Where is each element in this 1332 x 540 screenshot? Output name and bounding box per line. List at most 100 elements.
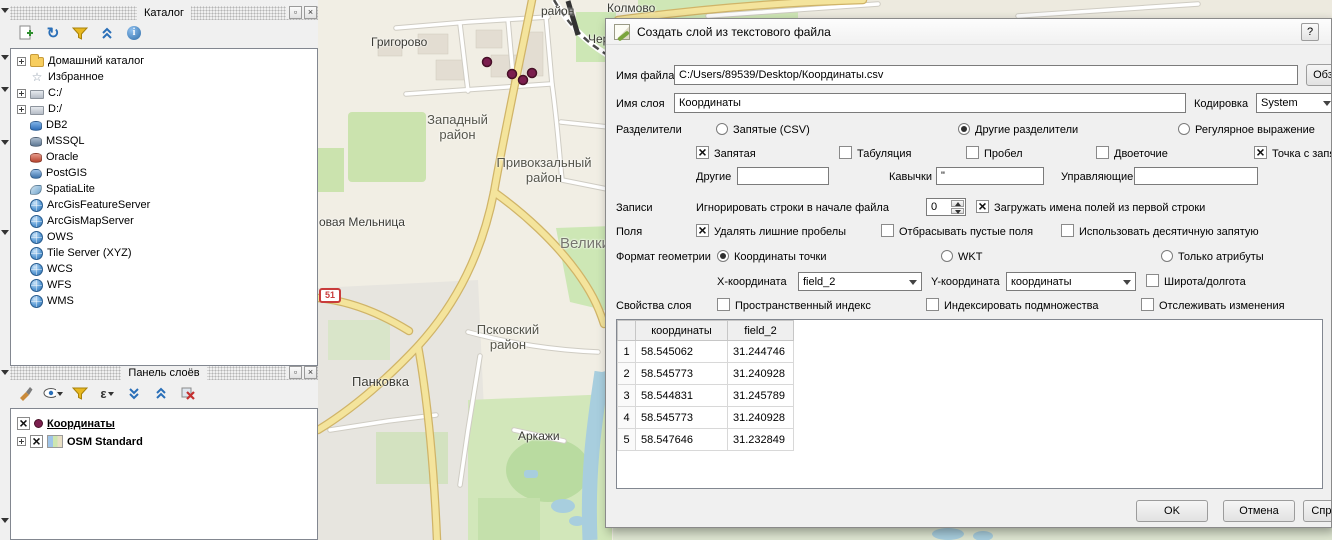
skip-lines-spinner[interactable]: 0 [926, 198, 966, 216]
discard-empty-checkbox[interactable] [881, 224, 894, 237]
expand-icon[interactable] [17, 105, 26, 114]
y-field-select[interactable]: координаты [1006, 272, 1136, 291]
column-header[interactable]: field_2 [728, 321, 794, 341]
toolbar-overflow-arrow-icon[interactable] [1, 518, 9, 523]
toolbar-overflow-arrow-icon[interactable] [1, 370, 9, 375]
sample-data-table[interactable]: координаты field_2 1 58.545062 31.244746… [616, 319, 1323, 489]
space-checkbox[interactable] [966, 146, 979, 159]
add-layer-definition-icon[interactable] [16, 23, 36, 43]
tree-item-tile-server[interactable]: Tile Server (XYZ) [14, 245, 315, 261]
expression-filter-icon[interactable]: ε [97, 383, 117, 403]
layer-visibility-checkbox[interactable] [30, 435, 43, 448]
comma-checkbox[interactable] [696, 146, 709, 159]
expand-icon[interactable] [17, 437, 26, 446]
dialog-title: Создать слой из текстового файла [637, 25, 831, 39]
expand-icon[interactable] [17, 57, 26, 66]
dialog-help-button[interactable]: ? [1301, 23, 1319, 41]
tree-item-wms[interactable]: WMS [14, 293, 315, 309]
tree-item-postgis[interactable]: PostGIS [14, 165, 315, 181]
browser-tree[interactable]: Домашний каталог ☆ Избранное C:/ D:/ DB2… [10, 48, 318, 366]
tree-item-ows[interactable]: OWS [14, 229, 315, 245]
browse-button[interactable]: Обзор [1306, 64, 1332, 86]
filter-legend-icon[interactable] [70, 383, 90, 403]
tree-item-d-drive[interactable]: D:/ [14, 101, 315, 117]
panel-close-button[interactable]: × [304, 6, 317, 19]
dropdown-arrow-icon [1123, 280, 1131, 289]
encoding-select[interactable]: System [1256, 93, 1332, 113]
layers-toolbar: ε [10, 380, 318, 406]
refresh-icon[interactable]: ↻ [43, 23, 63, 43]
tree-item-home[interactable]: Домашний каталог [14, 53, 315, 69]
globe-icon [30, 231, 43, 244]
attributes-only-radio[interactable] [1161, 250, 1173, 262]
expand-icon[interactable] [17, 89, 26, 98]
filter-browser-icon[interactable] [70, 23, 90, 43]
tree-item-spatialite[interactable]: SpatiaLite [14, 181, 315, 197]
csv-radio[interactable] [716, 123, 728, 135]
cancel-button[interactable]: Отмена [1223, 500, 1295, 522]
first-row-headers-checkbox[interactable] [976, 200, 989, 213]
toolbar-overflow-arrow-icon[interactable] [1, 8, 9, 13]
colon-checkbox[interactable] [1096, 146, 1109, 159]
layer-item-koordinaty[interactable]: Координаты [14, 415, 315, 432]
tree-item-wfs[interactable]: WFS [14, 277, 315, 293]
toolbar-overflow-arrow-icon[interactable] [1, 87, 9, 92]
column-header[interactable]: координаты [636, 321, 728, 341]
custom-delimiters-radio[interactable] [958, 123, 970, 135]
spin-up-icon[interactable] [951, 200, 964, 207]
properties-icon[interactable]: i [124, 23, 144, 43]
browser-panel-titlebar[interactable]: Каталог ▫ × [10, 6, 318, 20]
panel-float-button[interactable]: ▫ [289, 366, 302, 379]
tree-item-wcs[interactable]: WCS [14, 261, 315, 277]
layers-list[interactable]: Координаты OSM Standard [10, 408, 318, 540]
tree-item-c-drive[interactable]: C:/ [14, 85, 315, 101]
spin-down-icon[interactable] [951, 208, 964, 215]
decimal-comma-checkbox[interactable] [1061, 224, 1074, 237]
x-field-select[interactable]: field_2 [798, 272, 922, 291]
tree-item-arcgismapserver[interactable]: ArcGisMapServer [14, 213, 315, 229]
help-button[interactable]: Справка [1303, 500, 1332, 522]
expand-all-icon[interactable] [124, 383, 144, 403]
mssql-icon [30, 137, 42, 147]
toolbar-overflow-arrow-icon[interactable] [1, 55, 9, 60]
dialog-titlebar[interactable]: Создать слой из текстового файла [606, 19, 1331, 45]
regexp-radio[interactable] [1178, 123, 1190, 135]
escape-input[interactable] [1134, 167, 1258, 185]
layer-name-input[interactable]: Координаты [674, 93, 1186, 113]
panel-float-button[interactable]: ▫ [289, 6, 302, 19]
collapse-all-icon[interactable] [151, 383, 171, 403]
layer-styling-icon[interactable] [16, 383, 36, 403]
qgis-window: { "glyphs": { "star": "☆", "refresh": "↻… [0, 0, 1332, 540]
layer-visibility-checkbox[interactable] [17, 417, 30, 430]
tree-item-db2[interactable]: DB2 [14, 117, 315, 133]
layer-item-osm-standard[interactable]: OSM Standard [14, 433, 315, 450]
point-coordinates-radio[interactable] [717, 250, 729, 262]
layers-panel-titlebar[interactable]: Панель слоёв ▫ × [10, 366, 318, 380]
watch-file-checkbox[interactable] [1141, 298, 1154, 311]
dms-checkbox[interactable] [1146, 274, 1159, 287]
ok-button[interactable]: OK [1136, 500, 1208, 522]
spatial-index-checkbox[interactable] [717, 298, 730, 311]
subset-index-checkbox[interactable] [926, 298, 939, 311]
file-name-input[interactable]: C:/Users/89539/Desktop/Координаты.csv [674, 65, 1298, 85]
toolbar-overflow-arrow-icon[interactable] [1, 140, 9, 145]
remove-layer-icon[interactable] [178, 383, 198, 403]
toolbar-overflow-arrow-icon[interactable] [1, 230, 9, 235]
quote-input[interactable]: " [936, 167, 1044, 185]
geometry-format-label: Формат геометрии [616, 251, 711, 263]
semicolon-checkbox[interactable] [1254, 146, 1267, 159]
globe-icon [30, 199, 43, 212]
tree-item-oracle[interactable]: Oracle [14, 149, 315, 165]
trim-fields-checkbox[interactable] [696, 224, 709, 237]
tree-item-favorites[interactable]: ☆ Избранное [14, 69, 315, 85]
map-themes-icon[interactable] [43, 383, 63, 403]
tree-item-mssql[interactable]: MSSQL [14, 133, 315, 149]
wkt-radio[interactable] [941, 250, 953, 262]
tab-checkbox[interactable] [839, 146, 852, 159]
collapse-all-icon[interactable] [97, 23, 117, 43]
tree-item-arcgisfeatureserver[interactable]: ArcGisFeatureServer [14, 197, 315, 213]
other-delimiter-input[interactable] [737, 167, 829, 185]
map-label: район [541, 4, 574, 18]
panel-close-button[interactable]: × [304, 366, 317, 379]
records-label: Записи [616, 202, 653, 214]
